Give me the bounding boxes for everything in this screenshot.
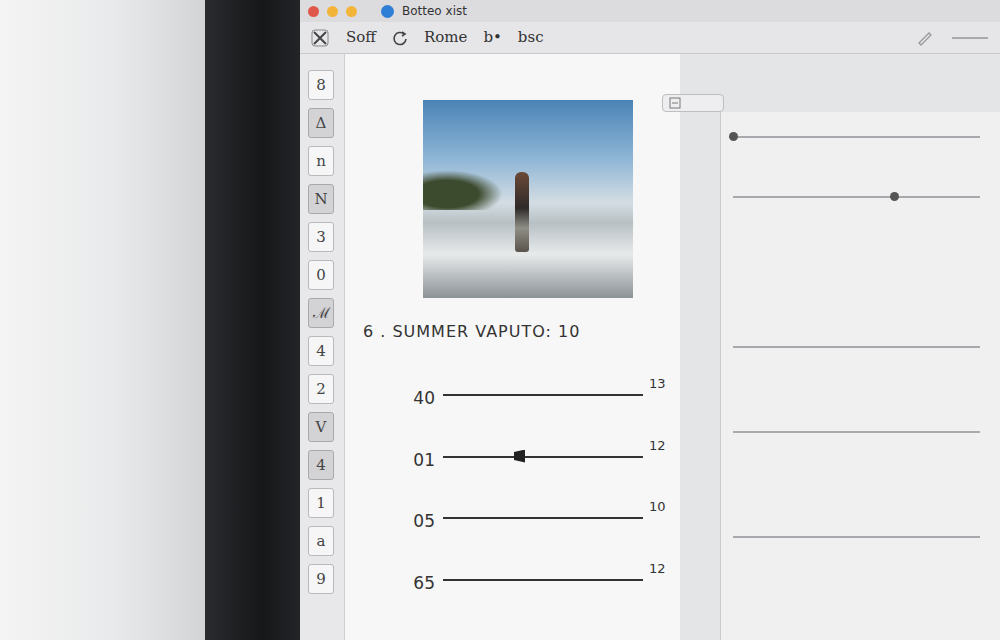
search-field[interactable]: [662, 94, 724, 112]
sidebar-item[interactable]: ℳ: [308, 298, 334, 328]
slider-label: 05: [403, 497, 443, 535]
right-top: [680, 94, 1000, 112]
sidebar-item-label: n: [316, 150, 326, 173]
sidebar-item[interactable]: Δ: [308, 108, 334, 138]
toolbar-item[interactable]: b•: [483, 26, 501, 49]
properties-panel: [720, 112, 1000, 640]
window-body: 8 ΔnΝ 3 0 ℳ 4 2 V 4 1 a 9 6 . SUMMER VAPUTO: 10 40 13 0…: [300, 54, 1000, 640]
sidebar-item[interactable]: 1: [308, 488, 334, 518]
slider-value: 10: [643, 497, 666, 517]
sidebar-item[interactable]: 9: [308, 564, 334, 594]
slider-track[interactable]: [443, 394, 643, 396]
sidebar-item-label: 2: [316, 378, 326, 401]
slider-row: 40 13: [403, 374, 680, 412]
sidebar-item[interactable]: n: [308, 146, 334, 176]
toolbar-item[interactable]: bsc: [518, 26, 544, 49]
right-pane: [680, 54, 1000, 640]
sidebar-item-label: 8: [316, 74, 326, 97]
slider-row: 01 12: [403, 436, 680, 474]
slider-value: 13: [643, 374, 666, 394]
slider-value: 12: [643, 436, 666, 456]
sidebar-item[interactable]: 4: [308, 336, 334, 366]
tool-sidebar: 8 ΔnΝ 3 0 ℳ 4 2 V 4 1 a 9: [300, 54, 345, 640]
photo-preview: [423, 100, 633, 298]
sidebar-item-label: V: [316, 416, 327, 439]
property-track[interactable]: [733, 346, 980, 348]
monitor-bezel: [205, 0, 300, 640]
title-bar: Botteo xist: [300, 0, 1000, 22]
sidebar-item[interactable]: a: [308, 526, 334, 556]
property-knob[interactable]: [729, 132, 738, 141]
sidebar-item-label: a: [317, 530, 326, 553]
sidebar-item[interactable]: 3: [308, 222, 334, 252]
sidebar-item[interactable]: 0: [308, 260, 334, 290]
sidebar-item-label: 9: [316, 568, 326, 591]
sidebar-item[interactable]: Ν: [308, 184, 334, 214]
window-control-icon[interactable]: [346, 6, 357, 17]
slider-track[interactable]: [443, 579, 643, 581]
background-wall: [0, 0, 205, 640]
window-control-icon[interactable]: [327, 6, 338, 17]
menu-icon: [950, 30, 990, 46]
sidebar-item-label: Ν: [314, 188, 327, 211]
edit-icon: [916, 30, 934, 46]
sidebar-item[interactable]: 4: [308, 450, 334, 480]
slider-row: 65 12: [403, 559, 680, 597]
sidebar-item-label: 3: [316, 226, 326, 249]
person-shape: [515, 172, 529, 252]
sidebar-item-label: ℳ: [313, 302, 330, 325]
photo-scene: Botteo xist Soff Rome b• bsc 8 ΔnΝ 3 0 ℳ 4 2 V 4 1 a 9 6 …: [0, 0, 1000, 640]
sidebar-item-label: Δ: [316, 112, 327, 135]
toolbar: Soff Rome b• bsc: [300, 22, 1000, 54]
refresh-icon: [392, 30, 408, 46]
trees-shape: [423, 170, 503, 210]
field-icon: [669, 97, 681, 109]
slider-label: 01: [403, 436, 443, 474]
slider-value: 12: [643, 559, 666, 579]
photo-caption: 6 . SUMMER VAPUTO: 10: [363, 320, 680, 344]
window-control-icon[interactable]: [308, 6, 319, 17]
sidebar-item[interactable]: V: [308, 412, 334, 442]
property-knob[interactable]: [890, 192, 899, 201]
sidebar-item-label: 1: [316, 492, 326, 515]
main-pane: 6 . SUMMER VAPUTO: 10 40 13 01 12 05 10 65 12: [345, 54, 680, 640]
property-track[interactable]: [733, 136, 980, 138]
slider-label: 40: [403, 374, 443, 412]
property-track[interactable]: [733, 431, 980, 433]
property-track[interactable]: [733, 196, 980, 198]
sidebar-item-label: 4: [316, 340, 326, 363]
slider-track[interactable]: [443, 456, 643, 458]
slider-knob[interactable]: [514, 450, 525, 463]
sidebar-item-label: 0: [316, 264, 326, 287]
cross-tool-icon: [310, 28, 330, 48]
sidebar-item-label: 4: [316, 454, 326, 477]
sidebar-item[interactable]: 2: [308, 374, 334, 404]
slider-label: 65: [403, 559, 443, 597]
slider-row: 05 10: [403, 497, 680, 535]
slider-track[interactable]: [443, 517, 643, 519]
toolbar-item[interactable]: Rome: [424, 26, 467, 49]
app-icon: [381, 5, 394, 18]
sidebar-item[interactable]: 8: [308, 70, 334, 100]
app-window: Botteo xist Soff Rome b• bsc 8 ΔnΝ 3 0 ℳ 4 2 V 4 1 a 9 6 …: [300, 0, 1000, 640]
window-title: Botteo xist: [402, 2, 467, 20]
property-track[interactable]: [733, 536, 980, 538]
toolbar-item[interactable]: Soff: [346, 26, 376, 49]
slider-list: 40 13 01 12 05 10 65 12: [403, 374, 680, 596]
